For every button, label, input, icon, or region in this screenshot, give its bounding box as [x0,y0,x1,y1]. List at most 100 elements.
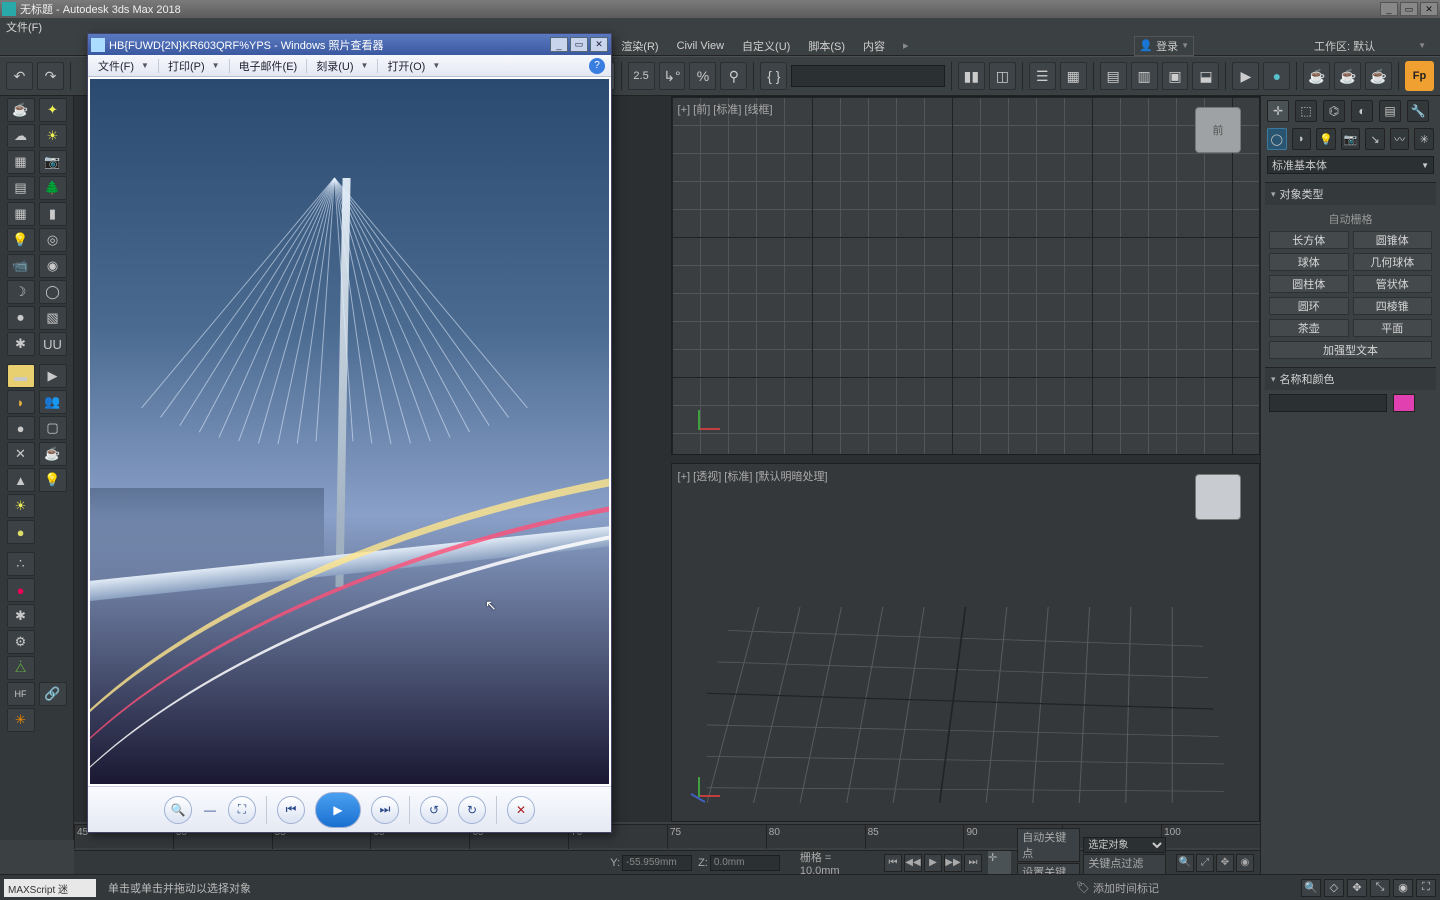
pv-max-button[interactable]: ▭ [570,37,588,52]
sub-cameras[interactable]: 📷 [1341,128,1361,150]
sphere-icon[interactable]: ● [7,416,35,440]
window-restore-button[interactable]: ▭ [1400,2,1418,16]
uu-icon[interactable]: UU [39,332,67,356]
teapot-b-button[interactable]: ☕ [1334,62,1361,90]
autokey-button[interactable]: 自动关键点 [1017,828,1080,862]
pv-rotate-cw-button[interactable]: ↻ [458,796,486,824]
pv-zoom-slider[interactable]: — [202,802,218,818]
pour-icon[interactable]: ☕ [39,442,67,466]
undo-button[interactable]: ↶ [6,62,33,90]
pv-delete-button[interactable]: ✕ [507,796,535,824]
maxscript-listener[interactable]: MAXScript 迷 [4,879,96,897]
prim-sphere[interactable]: 球体 [1269,253,1349,271]
pv-zoom-out-button[interactable]: 🔍 [164,796,192,824]
tree-icon[interactable]: 🌲 [39,176,67,200]
pv-menu-email[interactable]: 电子邮件(E) [235,58,302,74]
menu-content[interactable]: 内容 [857,38,891,54]
coord-y-input[interactable] [622,855,692,871]
mat-editor-button[interactable]: ▣ [1162,62,1189,90]
pin-icon[interactable]: ● [7,578,35,602]
pv-menu-file[interactable]: 文件(F) [94,58,138,74]
particles-icon[interactable]: ∴ [7,552,35,576]
object-name-field[interactable] [1269,394,1387,412]
pv-menu-burn[interactable]: 刻录(U) [312,58,357,74]
angle-snap-button[interactable]: ↳° [659,62,686,90]
light-omni-icon[interactable]: ✦ [39,98,67,122]
coord-z-input[interactable] [710,855,780,871]
align-button[interactable]: ◫ [989,62,1016,90]
viewport-front[interactable]: [+] [前] [标准] [线框] 前 [671,96,1260,455]
grid-icon[interactable]: ▤ [7,176,35,200]
bulb-icon[interactable]: 💡 [7,228,35,252]
sb-fov-icon[interactable]: ◇ [1324,879,1344,897]
prim-plane[interactable]: 平面 [1353,319,1433,337]
spread-icon[interactable]: ▦ [7,202,35,226]
ring-icon[interactable]: ◯ [39,280,67,304]
curve-editor-button[interactable]: ▤ [1100,62,1127,90]
prim-cylinder[interactable]: 圆柱体 [1269,275,1349,293]
object-color-swatch[interactable] [1393,394,1415,412]
pv-image-canvas[interactable]: ↖ [90,79,609,784]
tab-modify[interactable]: ⬚ [1295,100,1317,122]
people-icon[interactable]: 👥 [39,390,67,414]
goto-start-button[interactable]: ⏮ [884,854,902,872]
teapot-icon[interactable]: ☕ [7,98,35,122]
mirror-button[interactable]: ▮▮ [958,62,985,90]
play-button[interactable]: ▶ [924,854,942,872]
gear-a-icon[interactable]: ✱ [7,604,35,628]
login-button[interactable]: 👤 登录 ▼ [1134,36,1194,56]
prim-tube[interactable]: 管状体 [1353,275,1433,293]
sub-spacewarp[interactable]: 〰 [1390,128,1410,150]
dome-icon[interactable]: ◗ [7,390,35,414]
section-name-color-header[interactable]: 名称和颜色 [1265,368,1436,390]
zoom-all-icon[interactable]: ⤢ [1196,854,1214,872]
play-icon[interactable]: ▶ [39,364,67,388]
menu-civilview[interactable]: Civil View [671,40,730,52]
sun-icon[interactable]: ☀ [39,124,67,148]
viewcube-persp[interactable] [1195,474,1241,520]
cone-icon[interactable]: ▲ [7,468,35,492]
prev-frame-button[interactable]: ◀◀ [904,854,922,872]
pv-titlebar[interactable]: HB{FUWD{2N}KR603QRF%YPS - Windows 照片查看器 … [88,34,611,55]
window-close-button[interactable]: ✕ [1420,2,1438,16]
spot-icon[interactable]: ◉ [39,254,67,278]
viewport-perspective[interactable]: [+] [透视] [标准] [默认明暗处理] [671,463,1260,822]
ball-icon[interactable]: ● [7,520,35,544]
sb-orbit-icon[interactable]: ◉ [1393,879,1413,897]
prim-torus[interactable]: 圆环 [1269,297,1349,315]
pv-prev-button[interactable]: ⏮ [277,796,305,824]
primitive-category-dropdown[interactable]: 标准基本体▼ [1267,156,1434,174]
orbit-icon[interactable]: ◉ [1236,854,1254,872]
viewcube-front[interactable]: 前 [1195,107,1241,153]
schematic-view-button[interactable]: { } [760,62,787,90]
percent-snap-button[interactable]: % [689,62,716,90]
menu-render[interactable]: 渲染(R) [615,38,664,54]
photo-viewer-window[interactable]: HB{FUWD{2N}KR603QRF%YPS - Windows 照片查看器 … [87,33,612,833]
named-selection-dropdown[interactable] [791,65,945,87]
sub-geometry[interactable]: ◯ [1267,128,1287,150]
tab-motion[interactable]: ◐ [1351,100,1373,122]
spinner-snap-button[interactable]: ⚲ [720,62,747,90]
rec-icon[interactable]: ⏺ [7,306,35,330]
layers-icon[interactable]: ▧ [39,306,67,330]
gear-icon[interactable]: ⚙ [7,630,35,654]
autogrid-checkbox[interactable]: 自动栅格 [1269,209,1432,231]
tree-b-icon[interactable]: ▮ [39,202,67,226]
pv-close-button[interactable]: ✕ [590,37,608,52]
wire-icon[interactable]: ✕ [7,442,35,466]
pv-next-button[interactable]: ⏭ [371,796,399,824]
key-target-select[interactable]: 选定对象 [1083,837,1166,853]
prim-teapot[interactable]: 茶壶 [1269,319,1349,337]
sunny-icon[interactable]: ☀ [7,494,35,518]
moon-icon[interactable]: ☽ [7,280,35,304]
render-setup-button[interactable]: ⬓ [1192,62,1219,90]
pv-fit-button[interactable]: ⛶ [228,796,256,824]
workspace-selector[interactable]: 工作区: 默认 ▼ [1314,38,1426,54]
pv-rotate-ccw-button[interactable]: ↺ [420,796,448,824]
fp-button[interactable]: Fp [1405,61,1434,91]
sub-lights[interactable]: 💡 [1316,128,1336,150]
calendar-icon[interactable]: ▦ [7,150,35,174]
sb-max-icon[interactable]: ⛶ [1416,879,1436,897]
add-time-tag[interactable]: 🏷添加时间标记 [1076,880,1159,896]
screen-icon[interactable]: ▢ [39,416,67,440]
